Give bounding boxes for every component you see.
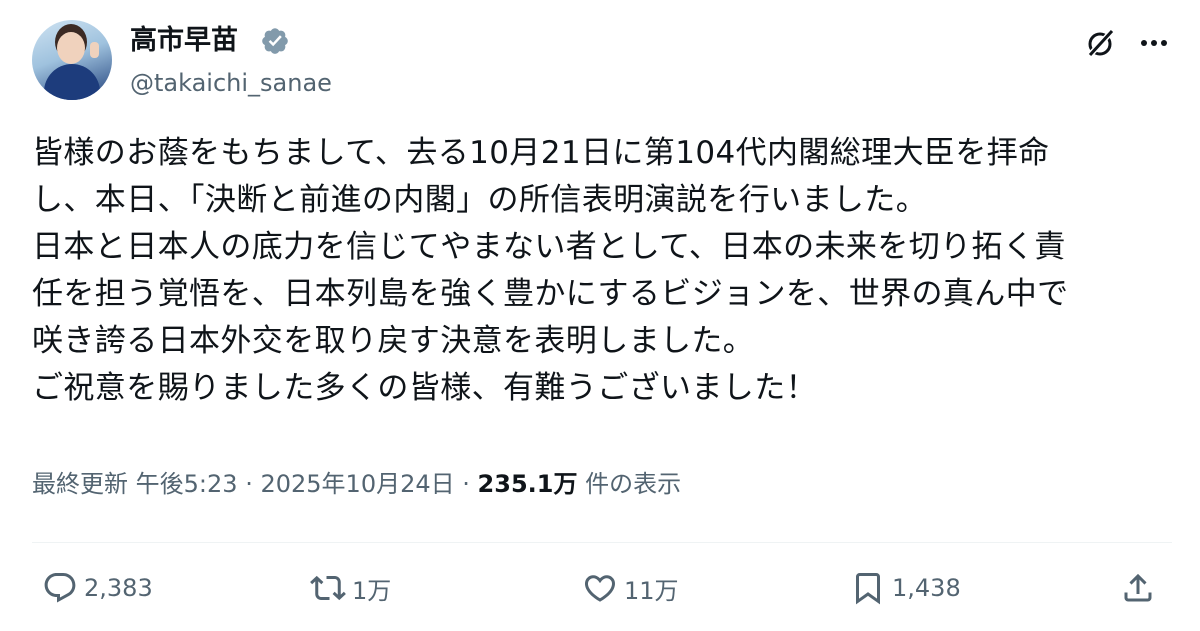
repost-icon	[310, 575, 346, 601]
verified-badge-icon	[262, 28, 288, 54]
like-count: 11万	[624, 576, 679, 605]
divider	[32, 542, 1172, 543]
bookmark-count: 1,438	[892, 574, 961, 602]
author-display-name[interactable]: 高市早苗	[130, 24, 238, 58]
like-button[interactable]: 11万	[582, 560, 679, 616]
tweet-date[interactable]: 2025年10月24日	[260, 470, 454, 498]
tweet-header: 高市早苗 @takaichi_sanae	[32, 20, 1182, 108]
author-handle[interactable]: @takaichi_sanae	[130, 68, 332, 98]
reply-button[interactable]: 2,383	[42, 560, 153, 616]
tweet-time[interactable]: 午後5:23	[136, 470, 238, 498]
tweet-meta: 最終更新 午後5:23 · 2025年10月24日 · 235.1万 件の表示	[32, 464, 681, 504]
views-label: 件の表示	[585, 470, 682, 498]
meta-separator: ·	[462, 470, 470, 498]
action-bar: 2,383 1万 11万 1,438	[32, 560, 1172, 616]
grok-icon[interactable]	[1084, 26, 1118, 60]
reply-icon	[44, 573, 76, 603]
tweet-text: 皆様のお蔭をもちまして、去る10月21日に第104代内閣総理大臣を拝命 し、本日…	[32, 135, 1069, 406]
like-icon	[584, 575, 616, 602]
updated-label: 最終更新	[32, 470, 128, 498]
avatar[interactable]	[32, 20, 112, 100]
more-icon[interactable]	[1136, 28, 1172, 58]
share-icon	[1124, 573, 1152, 602]
meta-separator: ·	[245, 470, 253, 498]
share-button[interactable]	[1120, 560, 1162, 616]
views-count[interactable]: 235.1万	[478, 470, 578, 498]
reply-count: 2,383	[84, 574, 153, 602]
bookmark-button[interactable]: 1,438	[850, 560, 961, 616]
repost-button[interactable]: 1万	[310, 560, 391, 616]
bookmark-icon	[856, 573, 880, 605]
repost-count: 1万	[352, 576, 392, 605]
